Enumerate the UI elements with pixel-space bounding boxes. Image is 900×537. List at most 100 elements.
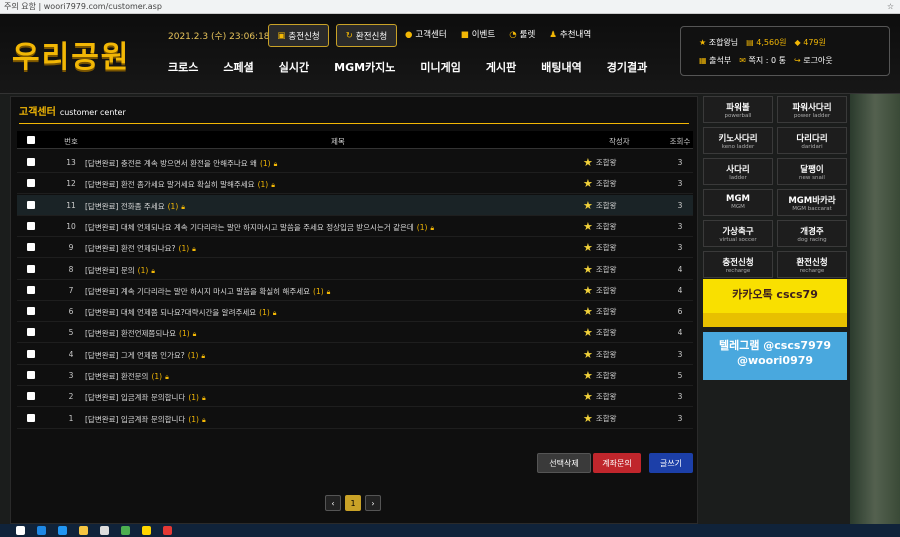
row-checkbox[interactable] [27, 221, 35, 230]
nav-bet-history[interactable]: 배팅내역 [541, 59, 581, 75]
kakao-icon[interactable] [142, 526, 151, 535]
attendance-link[interactable]: ▦ 출석부 [699, 55, 731, 66]
table-row[interactable]: 3 [답변완료] 환전문의 (1) 🔒︎ ★ 조합왕 5 [17, 365, 693, 386]
nav-live[interactable]: 실시간 [279, 59, 309, 75]
row-title[interactable]: [답변완료] 환전문의 (1) 🔒︎ [85, 371, 169, 382]
row-title[interactable]: [답변완료] 계속 기다리라는 말만 하시지 마시고 말씀을 확실히 해주세요(… [85, 286, 330, 297]
page-button[interactable]: 1 [345, 495, 361, 511]
edge-icon[interactable] [58, 526, 67, 535]
side-game-sub: keno ladder [721, 144, 755, 150]
row-views: 4 [677, 328, 683, 338]
side-game-button[interactable]: 파워사다리 power ladder [777, 96, 847, 123]
row-checkbox[interactable] [27, 307, 35, 316]
site-logo[interactable]: 우리공원 [12, 32, 130, 76]
memo-link[interactable]: ✉ 쪽지 : 0 통 [739, 55, 786, 66]
side-game-button[interactable]: 달팽이 new snail [777, 158, 847, 185]
nav-cross[interactable]: 크로스 [168, 59, 198, 75]
chrome-icon[interactable] [121, 526, 130, 535]
row-checkbox[interactable] [27, 179, 35, 188]
side-game-button[interactable]: 키노사다리 keno ladder [703, 127, 773, 154]
row-checkbox[interactable] [27, 200, 35, 209]
row-title[interactable]: [답변완료] 그게 언제쯤 인가요? (1) 🔒︎ [85, 350, 205, 361]
refresh-icon: ↻ [345, 30, 353, 41]
row-views: 4 [677, 264, 683, 274]
row-checkbox[interactable] [27, 328, 35, 337]
table-row[interactable]: 12 [답변완료] 환전 좀가세요 말거세요 확실히 말해주세요 (1) 🔒︎ ★ 조합왕… [17, 173, 693, 195]
row-title[interactable]: [답변완료] 전화좀 주세요 (1) 🔒︎ [85, 201, 185, 212]
star-icon: ★ [583, 326, 593, 340]
row-title[interactable]: [답변완료] 대체 언제되나요 계속 기다리라는 말만 하지마시고 말씀을 주세… [85, 222, 434, 233]
logout-link[interactable]: ↪ 로그아웃 [794, 55, 833, 66]
reply-count: (1) [259, 308, 270, 318]
nav-results[interactable]: 경기결과 [607, 59, 647, 75]
select-all-checkbox[interactable] [27, 136, 35, 144]
top-link-roulette[interactable]: ◔ 룰렛 [509, 28, 535, 40]
row-title[interactable]: [답변완료] 환전언제쯤되나요 (1) 🔒︎ [85, 328, 196, 339]
table-row[interactable]: 5 [답변완료] 환전언제쯤되나요 (1) 🔒︎ ★ 조합왕 4 [17, 322, 693, 344]
row-title[interactable]: [답변완료] 환전 언제되나요? (1) 🔒︎ [85, 243, 196, 254]
row-no: 11 [66, 200, 76, 210]
row-views: 6 [677, 307, 683, 317]
side-game-button[interactable]: 충전신청 recharge [703, 251, 773, 278]
top-link-event[interactable]: ■ 이벤트 [461, 28, 496, 40]
row-title[interactable]: [답변완료] 입금계좌 문의합니다 (1) 🔒︎ [85, 414, 206, 425]
side-game-button[interactable]: 개경주 dog racing [777, 220, 847, 247]
next-page-button[interactable]: › [365, 495, 381, 511]
prev-page-button[interactable]: ‹ [325, 495, 341, 511]
row-title[interactable]: [답변완료] 환전 좀가세요 말거세요 확실히 말해주세요 (1) 🔒︎ [85, 179, 275, 190]
side-game-button[interactable]: MGM바카라 MGM baccarat [777, 189, 847, 216]
top-link-referral[interactable]: ♟ 추천내역 [549, 28, 591, 40]
nav-special[interactable]: 스페셜 [223, 59, 253, 75]
store-icon[interactable] [100, 526, 109, 535]
side-game-sub: power ladder [793, 113, 831, 119]
row-no: 8 [68, 264, 74, 274]
charge-button[interactable]: ▣ 충전신청 [268, 24, 329, 47]
table-row[interactable]: 11 [답변완료] 전화좀 주세요 (1) 🔒︎ ★ 조합왕 3 [17, 194, 693, 216]
delete-selected-button[interactable]: 선택삭제 [537, 453, 591, 473]
telegram-banner[interactable]: 텔레그램 @cscs7979 @woori0979 [703, 332, 847, 380]
row-checkbox[interactable] [27, 264, 35, 273]
write-button[interactable]: 글쓰기 [649, 453, 693, 473]
row-checkbox[interactable] [27, 371, 35, 379]
table-row[interactable]: 6 [답변완료] 대체 언제쯤 되나요?대략시간을 알려주세요 (1) 🔒︎ ★ 조합왕 6 [17, 301, 693, 323]
row-checkbox[interactable] [27, 392, 35, 401]
account-inquiry-button[interactable]: 계좌문의 [593, 453, 641, 473]
app-icon[interactable] [163, 526, 172, 535]
row-checkbox[interactable] [27, 158, 35, 166]
address-bar[interactable]: 주의 요함 | woori7979.com/customer.asp ☆ [0, 0, 900, 14]
row-title[interactable]: [답변완료] 입금계좌 문의합니다 (1) 🔒︎ [85, 392, 206, 403]
nav-minigame[interactable]: 미니게임 [420, 59, 460, 75]
ie-icon[interactable] [37, 526, 46, 535]
row-checkbox[interactable] [27, 285, 35, 294]
row-checkbox[interactable] [27, 243, 35, 252]
windows-start-icon[interactable] [16, 526, 25, 535]
row-views: 3 [677, 221, 683, 231]
nav-board[interactable]: 게시판 [486, 59, 516, 75]
table-row[interactable]: 9 [답변완료] 환전 언제되나요? (1) 🔒︎ ★ 조합왕 3 [17, 237, 693, 259]
side-game-button[interactable]: 환전신청 recharge [777, 251, 847, 278]
row-title[interactable]: [답변완료] 충전은 계속 방으면서 환전을 안해주나요 왜 (1) 🔒︎ [85, 158, 277, 169]
row-title[interactable]: [답변완료] 문의 (1) 🔒︎ [85, 265, 155, 276]
kakao-banner[interactable]: 카카오톡 cscs79 [703, 279, 847, 327]
table-row[interactable]: 10 [답변완료] 대체 언제되나요 계속 기다리라는 말만 하지마시고 말씀을 … [17, 216, 693, 237]
table-row[interactable]: 4 [답변완료] 그게 언제쯤 인가요? (1) 🔒︎ ★ 조합왕 3 [17, 344, 693, 365]
row-no: 5 [68, 328, 74, 338]
folder-icon[interactable] [79, 526, 88, 535]
side-game-button[interactable]: 사다리 ladder [703, 158, 773, 185]
row-title[interactable]: [답변완료] 대체 언제쯤 되나요?대략시간을 알려주세요 (1) 🔒︎ [85, 307, 277, 318]
table-row[interactable]: 13 [답변완료] 충전은 계속 방으면서 환전을 안해주나요 왜 (1) 🔒︎ ★ 조합… [17, 152, 693, 173]
row-checkbox[interactable] [27, 349, 35, 358]
side-game-button[interactable]: MGM MGM [703, 189, 773, 216]
side-game-button[interactable]: 가상축구 virtual soccer [703, 220, 773, 247]
row-checkbox[interactable] [27, 413, 35, 422]
bookmark-star-icon[interactable]: ☆ [887, 0, 894, 14]
table-row[interactable]: 7 [답변완료] 계속 기다리라는 말만 하시지 마시고 말씀을 확실히 해주세요… [17, 280, 693, 301]
nav-mgm-casino[interactable]: MGM카지노 [334, 59, 395, 75]
exchange-button[interactable]: ↻ 환전신청 [336, 24, 397, 47]
side-game-button[interactable]: 파워볼 powerball [703, 96, 773, 123]
table-row[interactable]: 1 [답변완료] 입금계좌 문의합니다 (1) 🔒︎ ★ 조합왕 3 [17, 408, 693, 429]
table-row[interactable]: 8 [답변완료] 문의 (1) 🔒︎ ★ 조합왕 4 [17, 259, 693, 280]
table-row[interactable]: 2 [답변완료] 입금계좌 문의합니다 (1) 🔒︎ ★ 조합왕 3 [17, 386, 693, 408]
top-link-support[interactable]: ● 고객센터 [405, 28, 447, 40]
side-game-button[interactable]: 다리다리 daridari [777, 127, 847, 154]
